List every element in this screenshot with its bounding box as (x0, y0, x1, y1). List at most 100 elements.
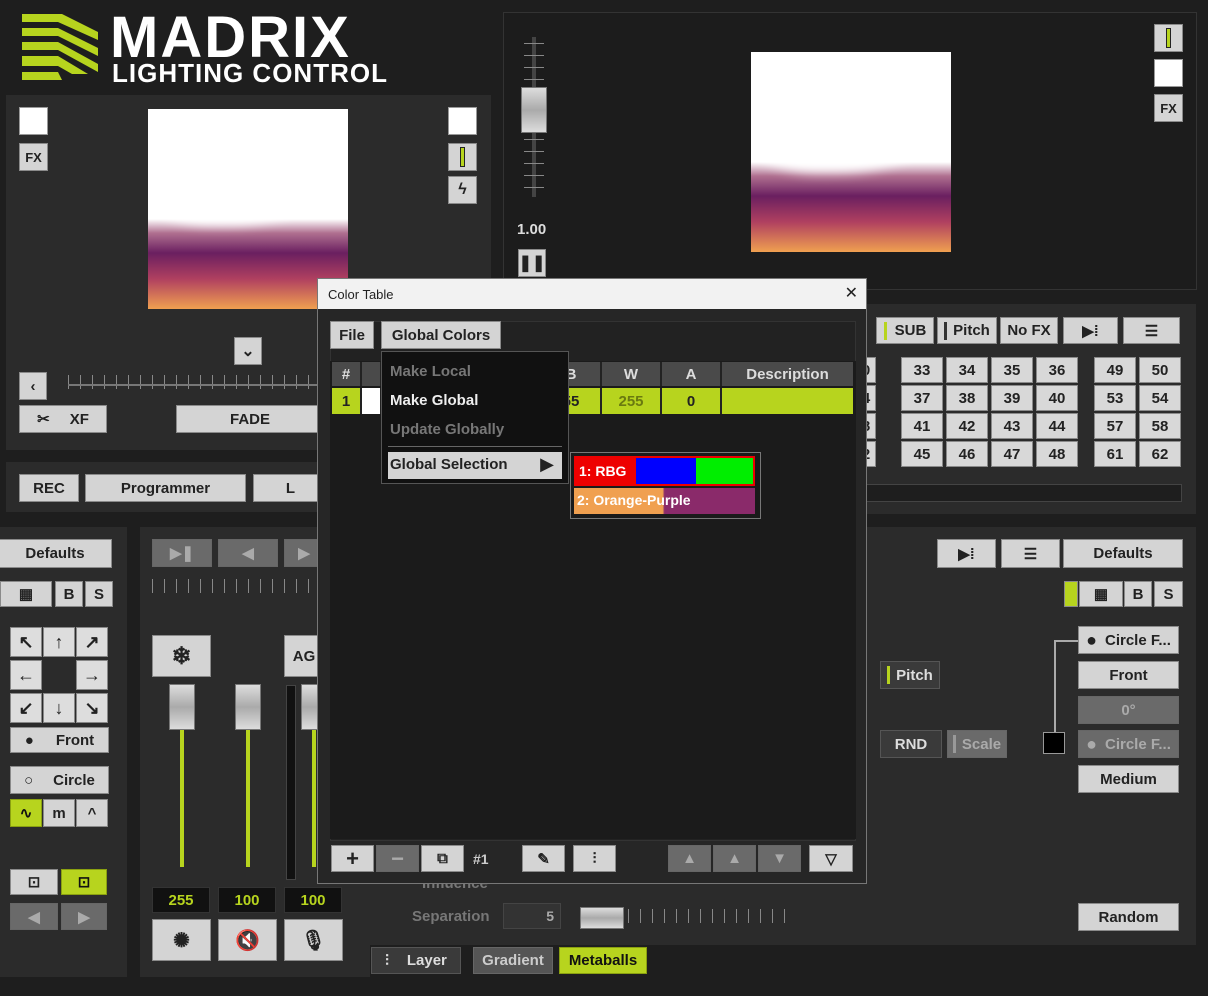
fade-button[interactable]: FADE (176, 405, 324, 433)
sound-off-icon[interactable]: 🔇 (218, 919, 277, 961)
angle-field[interactable]: 0° (1078, 696, 1179, 724)
defaults-left-button[interactable]: Defaults (0, 539, 112, 568)
fader-1-value[interactable]: 255 (152, 887, 210, 913)
row-w[interactable]: 255 (602, 388, 662, 414)
tab-layer[interactable]: ⫶ Layer (371, 947, 461, 974)
copy-icon[interactable]: ⧉ (421, 845, 464, 872)
tab-gradient[interactable]: Gradient (473, 947, 553, 974)
tab-metaballs[interactable]: Metaballs (559, 947, 647, 974)
edit-icon[interactable]: ✎ (522, 845, 565, 872)
s-right-button[interactable]: S (1154, 581, 1183, 607)
storage-button[interactable]: 62 (1139, 441, 1181, 467)
right-fader-icon[interactable] (1154, 24, 1183, 52)
left-swatch-right[interactable] (448, 107, 477, 135)
storage-button[interactable]: 57 (1094, 413, 1136, 439)
menu-global-selection[interactable]: Global Selection ▶ (388, 452, 562, 479)
left-fader-icon[interactable] (448, 143, 477, 171)
checker-left-icon[interactable]: ▦ (0, 581, 52, 607)
scale-button[interactable]: Scale (947, 730, 1007, 758)
remove-icon[interactable]: − (376, 845, 419, 872)
storage-button[interactable]: 53 (1094, 385, 1136, 411)
fader-2-value[interactable]: 100 (218, 887, 276, 913)
row-num[interactable]: 1 (332, 388, 362, 414)
storage-button[interactable]: 49 (1094, 357, 1136, 383)
nofx-button[interactable]: No FX (1000, 317, 1058, 344)
snowflake-icon[interactable]: ❄ (152, 635, 211, 677)
col-w[interactable]: W (602, 362, 662, 386)
arrow-up-right-icon[interactable]: ↗ (76, 627, 108, 657)
flash-icon[interactable]: ϟ (448, 176, 477, 204)
storage-button[interactable]: 41 (901, 413, 943, 439)
storage-button[interactable]: 50 (1139, 357, 1181, 383)
storage-button[interactable]: 34 (946, 357, 988, 383)
front-right-button[interactable]: Front (1078, 661, 1179, 689)
fader-1-knob[interactable] (169, 684, 195, 730)
storage-button[interactable]: 42 (946, 413, 988, 439)
submenu-item-rbg[interactable]: 1: RBG (574, 456, 755, 486)
file-menu[interactable]: File (330, 321, 374, 349)
wave-sine-icon[interactable]: ∿ (10, 799, 42, 827)
storage-button[interactable]: 43 (991, 413, 1033, 439)
storage-button[interactable]: 47 (991, 441, 1033, 467)
chevron-left-icon[interactable]: ‹ (19, 372, 47, 400)
storage-play-icon[interactable]: ▶⁞ (1063, 317, 1118, 344)
fader-3-value[interactable]: 100 (284, 887, 342, 913)
storage-button[interactable]: 58 (1139, 413, 1181, 439)
storage-button[interactable]: 46 (946, 441, 988, 467)
global-colors-menu[interactable]: Global Colors (381, 321, 501, 349)
select-all-icon[interactable]: ⊡ (10, 869, 58, 895)
filter-icon[interactable]: ▽ (809, 845, 853, 872)
storage-button[interactable]: 54 (1139, 385, 1181, 411)
storage-button[interactable]: 44 (1036, 413, 1078, 439)
storage-button[interactable]: 39 (991, 385, 1033, 411)
color-swatch-black[interactable] (1043, 732, 1065, 754)
storage-button[interactable]: 45 (901, 441, 943, 467)
arrow-up-left-icon[interactable]: ↖ (10, 627, 42, 657)
xfade-slider[interactable] (68, 375, 318, 389)
front-left-button[interactable]: ● Front (10, 727, 109, 753)
storage-list-icon[interactable]: ☰ (1123, 317, 1180, 344)
arrow-up-icon[interactable]: ↑ (43, 627, 75, 657)
circle-f1-button[interactable]: ● Circle F... (1078, 626, 1179, 654)
move-up-icon[interactable]: ▲ (713, 845, 756, 872)
xf-button[interactable]: ✂ XF (19, 405, 107, 433)
row-description[interactable] (722, 388, 853, 414)
rec-button[interactable]: REC (19, 474, 79, 502)
pitch-button[interactable]: Pitch (937, 317, 997, 344)
circle-left-button[interactable]: ○ Circle (10, 766, 109, 794)
arrow-down-icon[interactable]: ↓ (43, 693, 75, 723)
arrow-right-icon[interactable]: → (76, 660, 108, 690)
row-swatch[interactable] (362, 388, 382, 414)
separation-knob[interactable] (580, 907, 624, 929)
b-right-button[interactable]: B (1124, 581, 1152, 607)
col-num[interactable]: # (332, 362, 362, 386)
wave-tri-icon[interactable]: ^ (76, 799, 108, 827)
arrow-left-icon[interactable]: ← (10, 660, 42, 690)
select-frame-icon[interactable]: ⊡ (61, 869, 107, 895)
close-icon[interactable]: ✕ (845, 283, 858, 303)
random-button[interactable]: Random (1078, 903, 1179, 931)
b-left-button[interactable]: B (55, 581, 83, 607)
add-icon[interactable]: + (331, 845, 374, 872)
pitch-field[interactable]: Pitch (880, 661, 940, 689)
right-fx-button[interactable]: FX (1154, 94, 1183, 122)
fader-right-icon[interactable] (1064, 581, 1078, 607)
prev-left-icon[interactable]: ◀ (10, 903, 58, 930)
arrow-down-left-icon[interactable]: ↙ (10, 693, 42, 723)
separation-value[interactable]: 5 (503, 903, 561, 929)
col-a[interactable]: A (662, 362, 722, 386)
mic-off-icon[interactable]: 🎙 (284, 919, 343, 961)
circle-f2-button[interactable]: ● Circle F... (1078, 730, 1179, 758)
storage-button[interactable]: 35 (991, 357, 1033, 383)
right-color-swatch[interactable] (1154, 59, 1183, 87)
storage-button[interactable]: 48 (1036, 441, 1078, 467)
effect-play-icon[interactable]: ▶⁞ (937, 539, 996, 568)
submenu-item-orange-purple[interactable]: 2: Orange-Purple (574, 488, 755, 514)
left-fx-button[interactable]: FX (19, 143, 48, 171)
programmer-button[interactable]: Programmer (85, 474, 246, 502)
speed-fader-knob[interactable] (521, 87, 547, 133)
arrow-down-right-icon[interactable]: ↘ (76, 693, 108, 723)
storage-button[interactable]: 40 (1036, 385, 1078, 411)
storage-button[interactable]: 36 (1036, 357, 1078, 383)
menu-make-global[interactable]: Make Global (390, 388, 478, 412)
